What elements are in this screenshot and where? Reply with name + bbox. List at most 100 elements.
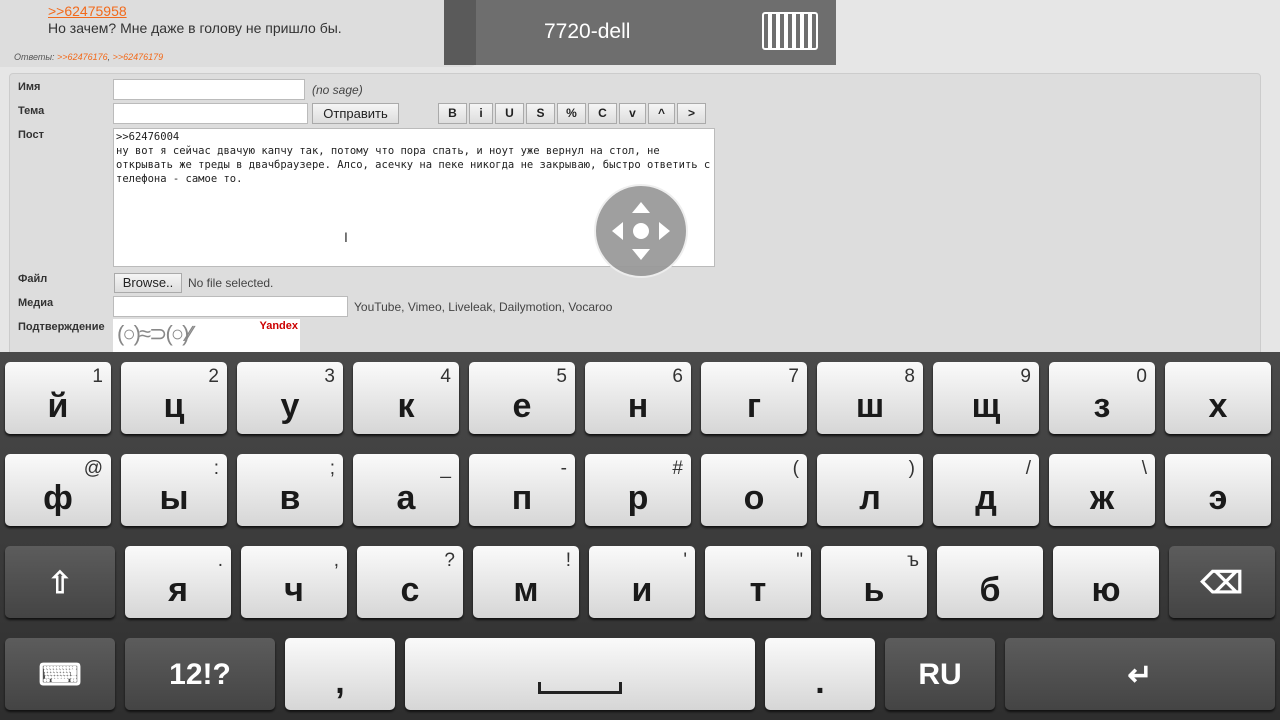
key-ц[interactable]: ц2 — [121, 362, 227, 434]
joystick-control[interactable] — [594, 184, 688, 278]
key-label: а — [396, 479, 416, 517]
key-ь[interactable]: ьъ — [821, 546, 927, 618]
key-н[interactable]: н6 — [585, 362, 691, 434]
markup-button[interactable]: > — [677, 103, 706, 124]
key-в[interactable]: в; — [237, 454, 343, 526]
key-label: м — [513, 571, 539, 609]
answer-link[interactable]: >>62476179 — [113, 52, 164, 62]
markup-button[interactable]: C — [588, 103, 617, 124]
enter-key[interactable]: ↵ — [1005, 638, 1275, 710]
sage-note: (no sage) — [312, 83, 363, 97]
captcha-label: Подтверждение — [18, 321, 105, 333]
key-д[interactable]: д / — [933, 454, 1039, 526]
soft-keyboard: й 1 ц 2 у 3 к 4 е 5 н 6 г 7 ш 8 щ 9 з 0 х ф @ ы: в; а _ п - р # о(л) д / ж… — [0, 352, 1280, 720]
key-з[interactable]: з0 — [1049, 362, 1155, 434]
space-icon — [538, 682, 622, 694]
key-hint: 2 — [208, 366, 219, 387]
markup-button[interactable]: % — [557, 103, 586, 124]
key-label: б — [979, 571, 1001, 609]
key-и[interactable]: и ' — [589, 546, 695, 618]
space-key[interactable] — [405, 638, 755, 710]
key-hint: 3 — [324, 366, 335, 387]
key-hint: ' — [683, 550, 687, 571]
key-ш[interactable]: ш8 — [817, 362, 923, 434]
key-х[interactable]: х — [1165, 362, 1271, 434]
key-п[interactable]: п- — [469, 454, 575, 526]
key-я[interactable]: я. — [125, 546, 231, 618]
key-ы[interactable]: ы: — [121, 454, 227, 526]
markup-button[interactable]: v — [619, 103, 646, 124]
symbols-key[interactable]: 12!? — [125, 638, 275, 710]
name-label: Имя — [18, 81, 41, 93]
key-т[interactable]: т " — [705, 546, 811, 618]
key-щ[interactable]: щ9 — [933, 362, 1039, 434]
key-label: я — [168, 571, 188, 609]
key-hint: : — [213, 458, 219, 479]
key-б[interactable]: б — [937, 546, 1043, 618]
key-label: о — [743, 479, 765, 517]
name-input[interactable] — [113, 79, 305, 100]
key-о[interactable]: о( — [701, 454, 807, 526]
banner-edge — [444, 0, 476, 65]
key-л[interactable]: л) — [817, 454, 923, 526]
shift-key[interactable]: ⇧ — [5, 546, 115, 618]
key-р[interactable]: р # — [585, 454, 691, 526]
key-у[interactable]: у3 — [237, 362, 343, 434]
key-label: э — [1208, 479, 1228, 517]
backspace-key[interactable]: ⌫ — [1169, 546, 1275, 618]
markup-button[interactable]: S — [526, 103, 555, 124]
key-label: ч — [284, 571, 304, 609]
key-э[interactable]: э — [1165, 454, 1271, 526]
key-м[interactable]: м! — [473, 546, 579, 618]
key-ю[interactable]: ю — [1053, 546, 1159, 618]
reply-link[interactable]: >>62475958 — [48, 3, 127, 19]
key-label: . — [815, 663, 825, 701]
comma-key[interactable]: , — [285, 638, 395, 710]
key-label: й — [47, 387, 69, 425]
key-ф[interactable]: ф @ — [5, 454, 111, 526]
key-ч[interactable]: ч, — [241, 546, 347, 618]
key-hint: - — [560, 458, 567, 479]
keyboard-icon[interactable] — [762, 12, 818, 50]
keyboard-settings-key[interactable]: ⌨ — [5, 638, 115, 710]
key-label: е — [512, 387, 532, 425]
text-cursor-icon: I — [344, 229, 348, 245]
markup-button[interactable]: U — [495, 103, 524, 124]
key-а[interactable]: а _ — [353, 454, 459, 526]
key-label: ь — [863, 571, 885, 609]
key-label: 12!? — [169, 658, 231, 691]
key-hint: ъ — [907, 550, 919, 571]
key-й[interactable]: й1 — [5, 362, 111, 434]
key-hint: , — [333, 550, 339, 571]
key-hint: \ — [1141, 458, 1147, 479]
key-hint: @ — [83, 458, 103, 479]
key-label: х — [1208, 387, 1228, 425]
key-с[interactable]: с? — [357, 546, 463, 618]
key-hint: ! — [565, 550, 571, 571]
yandex-logo: Yandex — [259, 320, 298, 332]
key-к[interactable]: к4 — [353, 362, 459, 434]
key-label: ⌨ — [38, 659, 82, 692]
key-hint: 9 — [1020, 366, 1031, 387]
browse-button[interactable]: Browse.. — [114, 273, 182, 293]
markup-button[interactable]: B — [438, 103, 467, 124]
key-ж[interactable]: ж \ — [1049, 454, 1155, 526]
language-key[interactable]: RU — [885, 638, 995, 710]
key-е[interactable]: е5 — [469, 362, 575, 434]
key-label: ш — [855, 387, 885, 425]
markup-button[interactable]: i — [469, 103, 493, 124]
media-label: Медиа — [18, 297, 54, 309]
media-input[interactable] — [113, 296, 348, 317]
key-hint: 1 — [92, 366, 103, 387]
markup-button[interactable]: ^ — [648, 103, 675, 124]
key-г[interactable]: г7 — [701, 362, 807, 434]
key-hint: ? — [444, 550, 455, 571]
key-label: г — [746, 387, 762, 425]
submit-button[interactable]: Отправить — [312, 103, 399, 124]
answer-link[interactable]: >>62476176 — [57, 52, 108, 62]
period-key[interactable]: . — [765, 638, 875, 710]
key-hint: 5 — [556, 366, 567, 387]
device-name: 7720-dell — [544, 20, 631, 43]
subject-input[interactable] — [113, 103, 308, 124]
key-label: н — [627, 387, 649, 425]
